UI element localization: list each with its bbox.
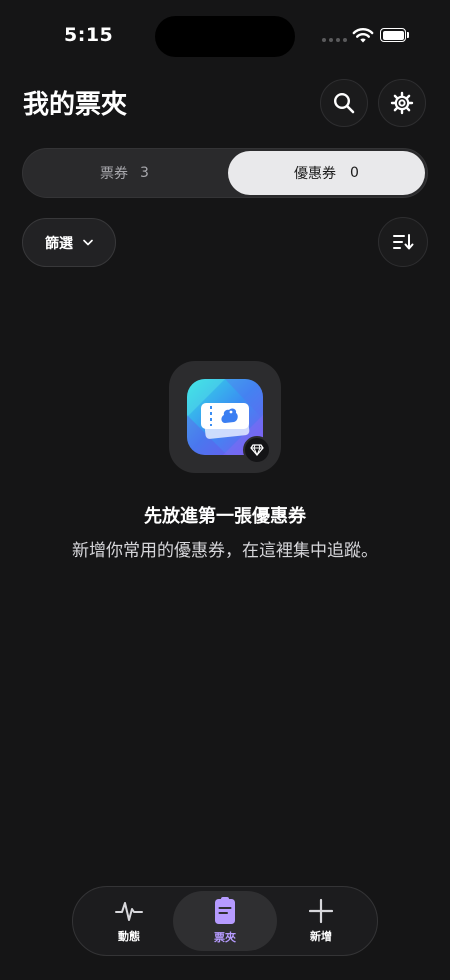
search-button[interactable]	[320, 79, 368, 127]
sort-button[interactable]	[378, 217, 428, 267]
page-title: 我的票夾	[23, 90, 128, 120]
tab-bar: 動態 票夾 新增	[72, 886, 378, 956]
dynamic-island	[155, 16, 295, 57]
ticket-type-segment: 票券 3 優惠券 0	[22, 148, 428, 198]
tab-wallet-label: 票夾	[214, 931, 236, 944]
battery-icon	[380, 28, 406, 42]
plus-icon	[309, 898, 333, 924]
chevron-down-icon	[83, 239, 93, 246]
wallet-icon	[215, 897, 235, 924]
settings-button[interactable]	[378, 79, 426, 127]
sort-icon	[393, 234, 414, 250]
tab-tickets[interactable]: 票券 3	[23, 149, 226, 197]
tab-coupons-count: 0	[350, 165, 359, 181]
filter-button[interactable]: 篩選	[22, 218, 116, 267]
tab-tickets-count: 3	[140, 165, 149, 181]
tab-coupons-label: 優惠券	[294, 166, 337, 182]
signal-icon	[322, 38, 347, 42]
search-icon	[333, 92, 355, 114]
activity-icon	[115, 902, 143, 921]
wifi-icon	[352, 28, 374, 43]
tab-activity-label: 動態	[118, 930, 140, 943]
empty-state-subtitle: 新增你常用的優惠券，在這裡集中追蹤。	[72, 541, 378, 561]
empty-state-title: 先放進第一張優惠券	[144, 506, 306, 527]
tab-activity[interactable]: 動態	[77, 887, 181, 955]
tab-coupons[interactable]: 優惠券 0	[228, 151, 425, 195]
battery-tip	[407, 32, 409, 38]
gear-icon	[390, 91, 414, 115]
tab-add[interactable]: 新增	[269, 887, 373, 955]
status-time: 5:15	[64, 24, 114, 46]
tab-tickets-label: 票券	[100, 166, 129, 182]
tab-add-label: 新增	[310, 930, 332, 943]
tab-wallet[interactable]: 票夾	[173, 891, 277, 951]
filter-label: 篩選	[45, 235, 73, 252]
diamond-icon	[243, 436, 271, 464]
